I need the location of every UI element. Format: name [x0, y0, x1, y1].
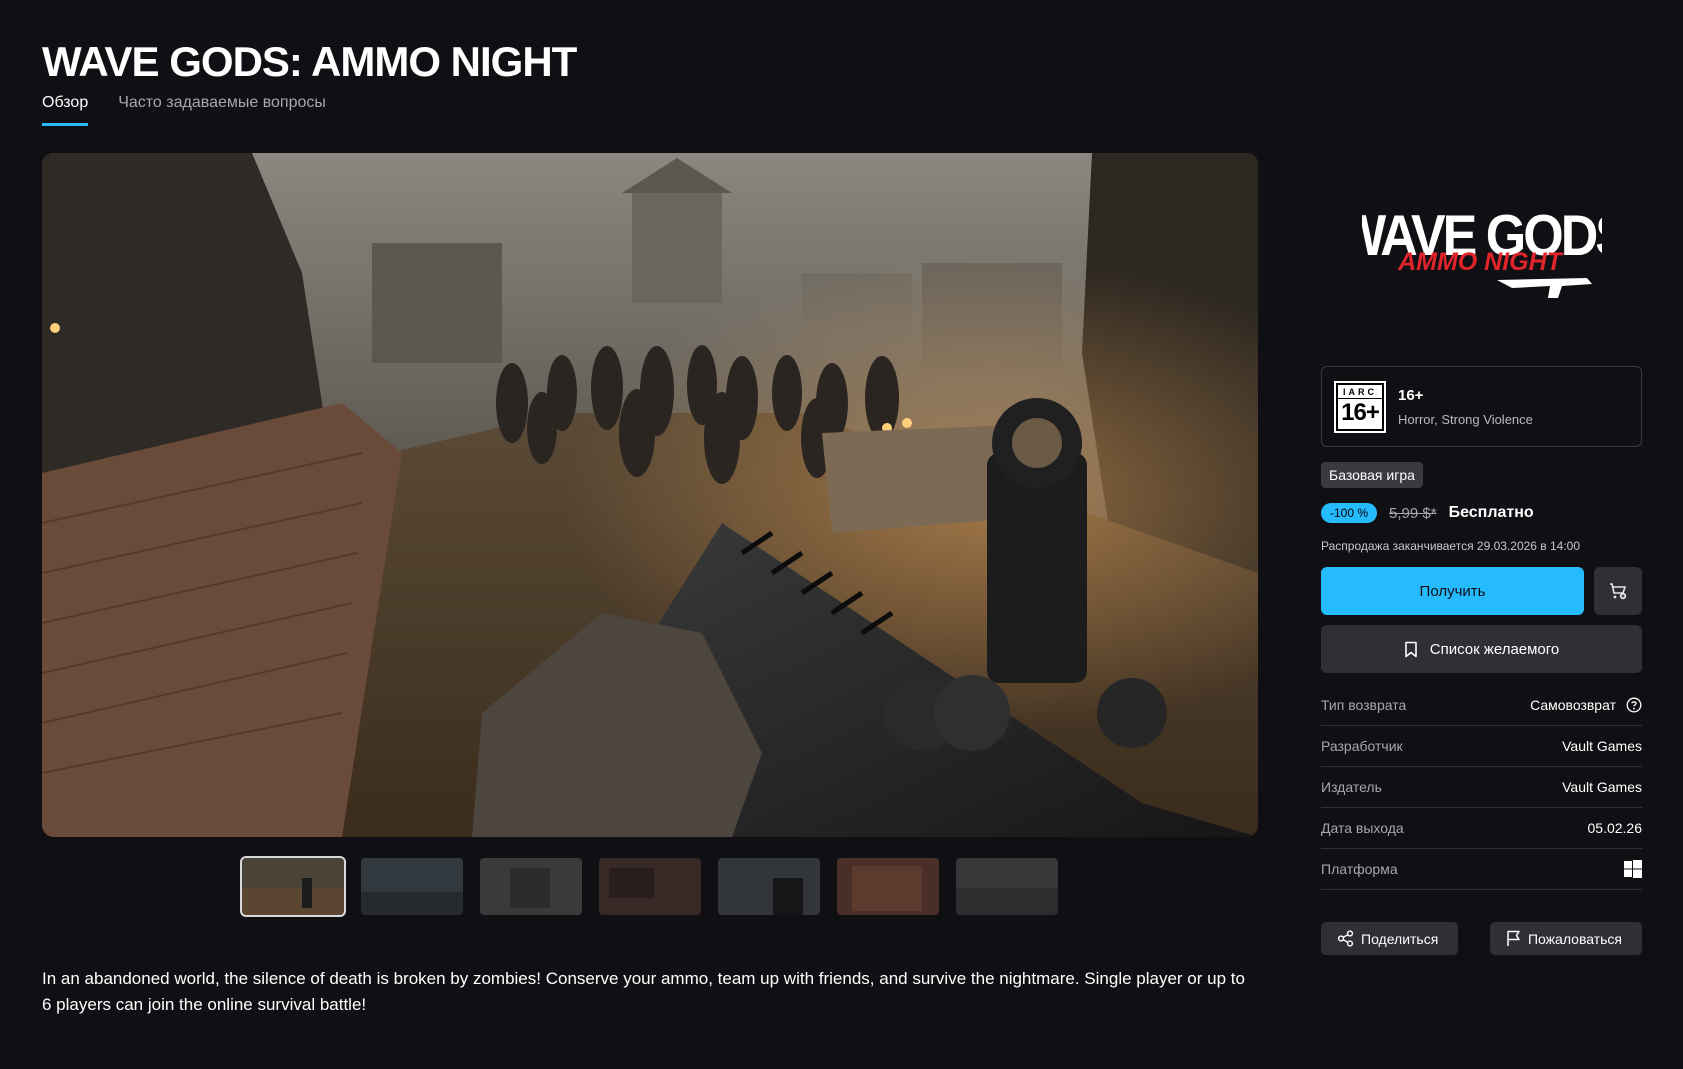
thumbnail[interactable] — [956, 858, 1058, 915]
report-label: Пожаловаться — [1527, 930, 1622, 947]
detail-value: Vault Games — [1562, 738, 1642, 754]
edition-badge: Базовая игра — [1321, 462, 1423, 488]
cart-icon — [1610, 583, 1627, 600]
hero-screenshot[interactable] — [42, 153, 1258, 837]
sale-end-notice: Распродажа заканчивается 29.03.2026 в 14… — [1321, 539, 1581, 553]
bookmark-icon — [1404, 641, 1417, 657]
original-price: 5,99 $* — [1389, 504, 1437, 522]
flag-icon — [1507, 930, 1520, 946]
tab-bar: Обзор Часто задаваемые вопросы — [42, 94, 326, 126]
wishlist-button[interactable]: Список желаемого — [1321, 625, 1642, 673]
detail-label: Тип возврата — [1321, 697, 1407, 713]
detail-label: Дата выхода — [1321, 820, 1404, 836]
detail-value: 05.02.26 — [1587, 820, 1643, 836]
wishlist-label: Список желаемого — [1429, 640, 1560, 658]
discount-badge: -100 % — [1321, 503, 1378, 523]
help-icon[interactable] — [1626, 697, 1642, 713]
purchase-sidebar: WAVE GODS AMMO NIGHT IARC 16+ 16+ Horror… — [1321, 150, 1642, 955]
tab-overview[interactable]: Обзор — [42, 94, 89, 126]
detail-label: Издатель — [1321, 779, 1382, 795]
game-description: In an abandoned world, the silence of de… — [42, 969, 1245, 1014]
detail-value: Vault Games — [1562, 779, 1642, 795]
thumbnail[interactable] — [361, 858, 463, 915]
page-title: WAVE GODS: AMMO NIGHT — [42, 38, 577, 85]
rating-descriptors: Horror, Strong Violence — [1398, 411, 1533, 427]
thumbnail[interactable] — [240, 856, 346, 917]
iarc-badge: IARC 16+ — [1334, 380, 1386, 433]
thumbnail[interactable] — [599, 858, 701, 915]
price-row: -100 % 5,99 $* Бесплатно — [1321, 503, 1642, 523]
thumbnail-strip — [240, 856, 1058, 917]
share-icon — [1337, 930, 1354, 947]
add-to-cart-button[interactable] — [1594, 567, 1642, 615]
detail-publisher: Издатель Vault Games — [1321, 767, 1642, 808]
logo-subtitle: AMMO NIGHT — [1397, 248, 1565, 276]
tab-faq[interactable]: Часто задаваемые вопросы — [118, 94, 326, 126]
iarc-age: 16+ — [1341, 399, 1380, 426]
get-button[interactable]: Получить — [1321, 567, 1584, 615]
detail-platform: Платформа — [1321, 849, 1642, 890]
detail-value: Самовозврат — [1530, 697, 1616, 713]
thumbnail[interactable] — [837, 858, 939, 915]
detail-developer: Разработчик Vault Games — [1321, 726, 1642, 767]
share-label: Поделиться — [1361, 930, 1439, 947]
rating-age: 16+ — [1398, 386, 1424, 404]
detail-label: Разработчик — [1321, 738, 1403, 754]
store-page: WAVE GODS: AMMO NIGHT Обзор Часто задава… — [0, 0, 1683, 1069]
current-price: Бесплатно — [1448, 504, 1534, 521]
thumbnail[interactable] — [480, 858, 582, 915]
report-button[interactable]: Пожаловаться — [1489, 922, 1642, 955]
iarc-label: IARC — [1338, 386, 1382, 399]
game-details: Тип возврата Самовозврат Разработчик Vau… — [1321, 685, 1642, 890]
game-logo: WAVE GODS AMMO NIGHT — [1321, 150, 1642, 355]
share-button[interactable]: Поделиться — [1321, 922, 1459, 955]
zombie-cemetery-scene — [42, 153, 1258, 837]
age-rating: IARC 16+ 16+ Horror, Strong Violence — [1321, 366, 1642, 447]
detail-label: Платформа — [1321, 861, 1398, 877]
thumbnail[interactable] — [718, 858, 820, 915]
detail-release-date: Дата выхода 05.02.26 — [1321, 808, 1642, 849]
detail-refund: Тип возврата Самовозврат — [1321, 685, 1642, 726]
windows-icon — [1624, 860, 1642, 878]
